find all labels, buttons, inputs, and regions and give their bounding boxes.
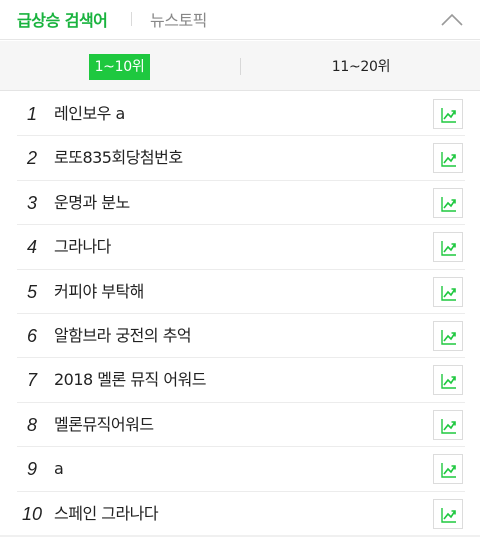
keyword-text[interactable]: 2018 멜론 뮤직 어워드	[54, 358, 207, 402]
list-item[interactable]: 1 레인보우 a	[17, 92, 465, 137]
rank-number: 10	[21, 503, 43, 524]
keyword-text[interactable]: 그라나다	[54, 225, 111, 269]
keyword-text[interactable]: 알함브라 궁전의 추억	[54, 314, 192, 358]
trend-chart-icon	[441, 507, 456, 523]
rank-number: 5	[26, 281, 37, 302]
keyword-text[interactable]: 스페인 그라나다	[54, 492, 159, 536]
trend-button[interactable]	[433, 320, 463, 351]
keyword-text[interactable]: a	[54, 447, 64, 491]
rank-range-tabs: 1~10위 11~20위	[0, 41, 480, 91]
keyword-text[interactable]: 레인보우 a	[54, 92, 125, 136]
trend-chart-icon	[441, 374, 456, 390]
trend-chart-icon	[441, 241, 456, 256]
list-item[interactable]: 6 알함브라 궁전의 추억	[17, 314, 465, 359]
rank-number: 1	[26, 104, 37, 124]
list-item[interactable]: 3 운명과 분노	[17, 181, 465, 226]
rank-number: 3	[26, 192, 37, 213]
trend-chart-icon	[441, 152, 456, 168]
tab-news-topics[interactable]: 뉴스토픽	[150, 7, 207, 31]
trend-chart-icon	[441, 285, 456, 301]
trend-button[interactable]	[433, 187, 463, 218]
tab-rank-11-20[interactable]: 11~20위	[320, 54, 402, 80]
trend-chart-icon	[441, 463, 456, 478]
trend-button[interactable]	[433, 232, 463, 263]
keyword-text[interactable]: 운명과 분노	[54, 181, 130, 225]
keyword-list: 1 레인보우 a 2 로또835회당첨번호 3 운명과 분노 4 그라나다 5 …	[0, 92, 480, 536]
trend-button[interactable]	[433, 409, 463, 440]
trend-button[interactable]	[433, 454, 463, 485]
list-item[interactable]: 5 커피야 부탁해	[17, 270, 465, 314]
tab-trending-keywords[interactable]: 급상승 검색어	[17, 7, 108, 31]
trend-chart-icon	[441, 196, 456, 212]
rank-number: 9	[26, 459, 37, 480]
list-item[interactable]: 9 a	[17, 447, 465, 492]
rank-number: 7	[26, 370, 37, 391]
trend-button[interactable]	[433, 276, 463, 307]
list-item[interactable]: 10 스페인 그라나다	[17, 492, 465, 536]
rank-number: 2	[26, 148, 37, 169]
trend-chart-icon	[441, 329, 456, 345]
keyword-text[interactable]: 로또835회당첨번호	[54, 136, 183, 180]
rank-number: 6	[26, 325, 37, 346]
list-item[interactable]: 7 2018 멜론 뮤직 어워드	[17, 358, 465, 403]
range-divider	[240, 58, 241, 75]
trend-button[interactable]	[433, 498, 463, 529]
trend-chart-icon	[441, 108, 456, 123]
keyword-text[interactable]: 커피야 부탁해	[54, 270, 144, 314]
tab-divider	[131, 12, 132, 26]
list-item[interactable]: 2 로또835회당첨번호	[17, 136, 465, 181]
trend-button[interactable]	[433, 143, 463, 174]
header: 급상승 검색어 뉴스토픽	[0, 0, 480, 40]
trend-chart-icon	[441, 418, 456, 434]
rank-number: 4	[26, 237, 37, 258]
collapse-button[interactable]	[438, 8, 466, 32]
keyword-text[interactable]: 멜론뮤직어워드	[54, 403, 154, 447]
rank-number: 8	[26, 414, 37, 435]
list-item[interactable]: 8 멜론뮤직어워드	[17, 403, 465, 448]
list-item[interactable]: 4 그라나다	[17, 225, 465, 270]
trend-button[interactable]	[433, 99, 463, 129]
tab-rank-1-10[interactable]: 1~10위	[89, 54, 150, 80]
chevron-up-icon	[441, 13, 463, 26]
trend-button[interactable]	[433, 365, 463, 396]
